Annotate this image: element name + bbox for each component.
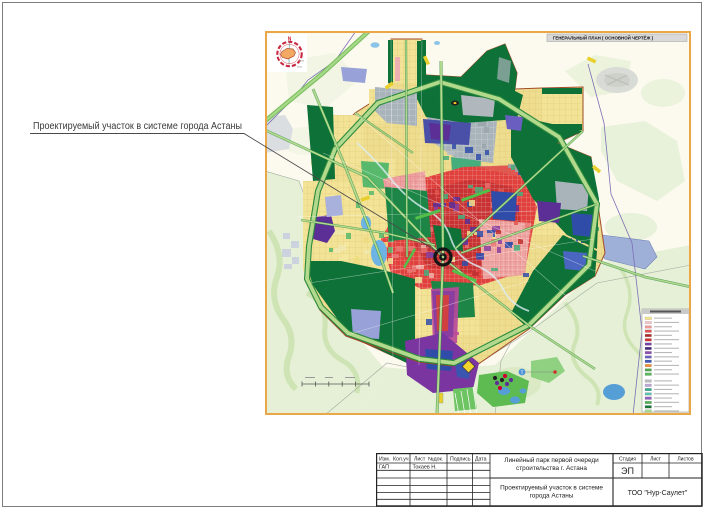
svg-text:Токаев Н.: Токаев Н.	[413, 465, 437, 471]
svg-text:Лист: Лист	[414, 457, 426, 463]
svg-text:Стадия: Стадия	[619, 457, 636, 463]
svg-text:№док.: №док.	[428, 457, 443, 463]
svg-text:ЭП: ЭП	[621, 466, 634, 476]
svg-text:Лист: Лист	[650, 457, 662, 463]
svg-text:Кол.уч: Кол.уч	[393, 457, 409, 463]
svg-text:ТОО "Нур-Саулет": ТОО "Нур-Саулет"	[628, 490, 688, 497]
svg-text:Проектируемый участок в систем: Проектируемый участок в системе	[500, 484, 603, 492]
svg-text:Линейный парк первой очереди: Линейный парк первой очереди	[504, 456, 599, 464]
svg-text:строительства г. Астана: строительства г. Астана	[516, 465, 587, 472]
svg-text:города Астаны: города Астаны	[530, 493, 574, 500]
svg-text:Листов: Листов	[677, 457, 694, 463]
svg-text:Подпись: Подпись	[450, 457, 471, 463]
svg-text:ГАП: ГАП	[379, 465, 389, 471]
svg-text:Изм.: Изм.	[379, 457, 390, 463]
svg-text:Дата: Дата	[475, 457, 487, 463]
